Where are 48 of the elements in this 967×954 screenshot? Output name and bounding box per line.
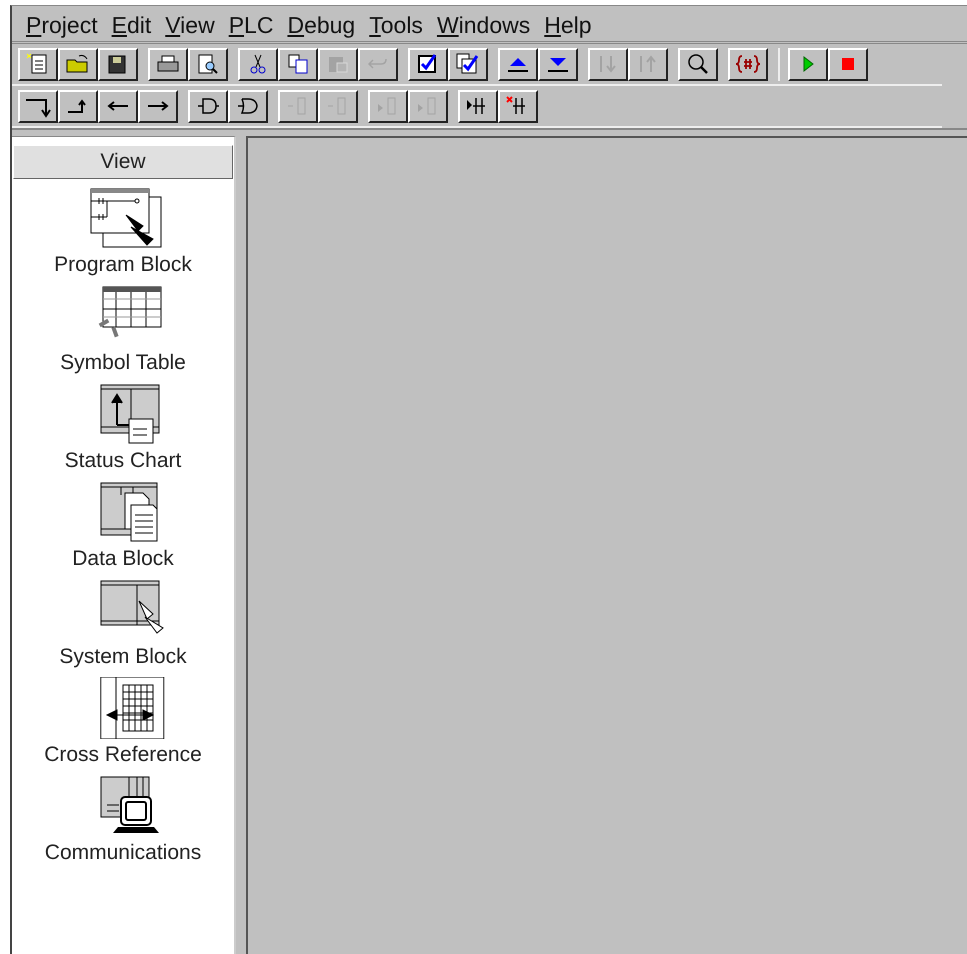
toolbar-button[interactable] xyxy=(148,48,188,80)
shortcut-label: System Block xyxy=(59,645,187,669)
toolbar-button[interactable] xyxy=(18,48,58,80)
menu-item[interactable]: PLC xyxy=(228,12,274,41)
shortcut-label: Communications xyxy=(44,841,202,865)
shortcut-button[interactable]: Communications xyxy=(44,775,202,865)
shortcut-label: Cross Reference xyxy=(44,743,202,767)
shortcut-label: Status Chart xyxy=(64,449,182,473)
toolbar-button[interactable] xyxy=(408,48,448,80)
menu-item[interactable]: Windows xyxy=(436,12,530,41)
toolbar-button[interactable] xyxy=(678,48,718,80)
toolbar-button[interactable] xyxy=(498,90,538,122)
shortcut-button[interactable]: Status Chart xyxy=(64,383,182,473)
menu-item[interactable]: Project xyxy=(26,12,98,41)
hash-braces-icon xyxy=(735,52,761,76)
shortcut-button[interactable]: Program Block xyxy=(54,187,192,277)
toolbar-button[interactable] xyxy=(188,48,228,80)
toolbar-button[interactable] xyxy=(228,90,268,122)
toolbar-button[interactable] xyxy=(98,48,138,80)
shortcut-label: Symbol Table xyxy=(60,351,186,375)
toolbar-button[interactable] xyxy=(458,90,498,122)
shortcut-button[interactable]: Symbol Table xyxy=(60,285,186,375)
toolbar-button[interactable] xyxy=(538,48,578,80)
toolbar-button[interactable] xyxy=(448,48,488,80)
menu-item[interactable]: Edit xyxy=(112,12,152,41)
double-checkbox-icon xyxy=(455,52,481,76)
toolbar-button[interactable] xyxy=(188,90,228,122)
shortcut-button[interactable]: System Block xyxy=(59,579,187,669)
toolbar-button[interactable] xyxy=(278,48,318,80)
shortcut-label: Program Block xyxy=(54,253,192,277)
shortcut-button[interactable]: Cross Reference xyxy=(44,677,202,767)
menu-item[interactable]: Debug xyxy=(287,12,356,41)
toolbar-button[interactable] xyxy=(238,48,278,80)
toolbar-button[interactable] xyxy=(498,48,538,80)
toolbar-button[interactable] xyxy=(98,90,138,122)
shortcut-button[interactable]: Data Block xyxy=(72,481,174,571)
menu-item[interactable]: Tools xyxy=(369,12,423,41)
toolbar-button[interactable] xyxy=(828,48,868,80)
menu-item[interactable]: Help xyxy=(544,12,592,41)
toolbar-button[interactable] xyxy=(788,48,828,80)
toolbar-button[interactable] xyxy=(728,48,768,80)
menu-item[interactable]: View xyxy=(165,12,215,41)
toolbar-button[interactable] xyxy=(58,48,98,80)
toolbar-button[interactable] xyxy=(58,90,98,122)
toolbar-button[interactable] xyxy=(18,90,58,122)
toolbar-button[interactable] xyxy=(138,90,178,122)
panel-header: View xyxy=(13,145,233,179)
shortcut-label: Data Block xyxy=(72,547,174,571)
